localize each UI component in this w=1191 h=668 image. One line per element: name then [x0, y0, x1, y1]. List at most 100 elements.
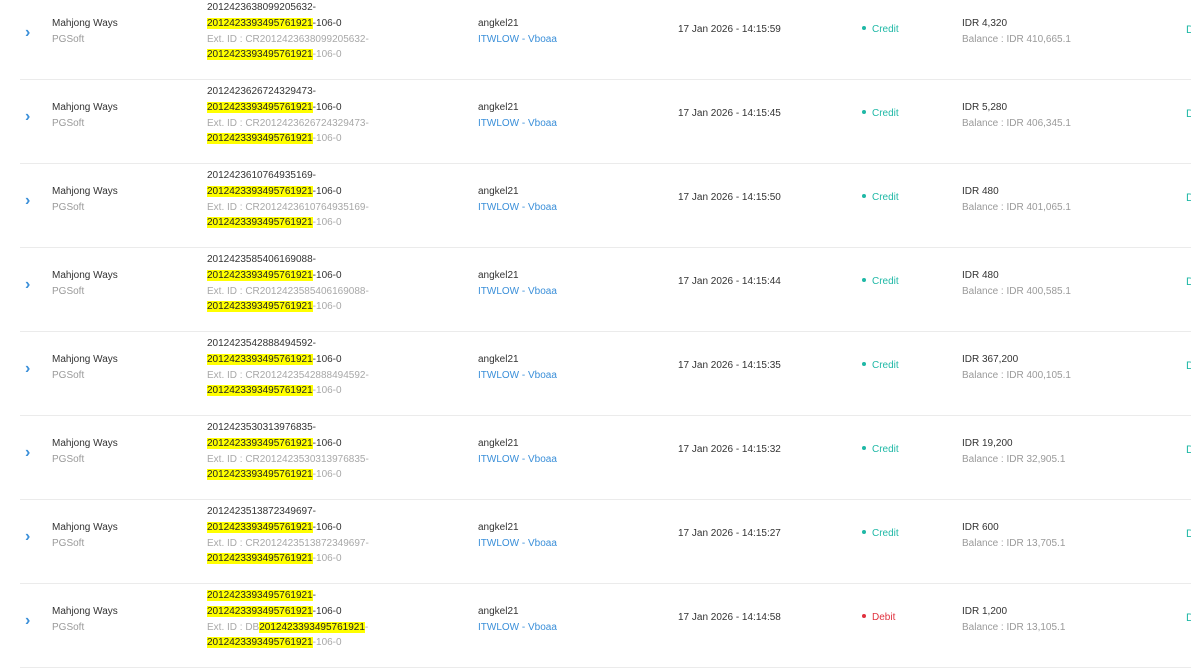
transaction-type-badge: Credit — [862, 276, 899, 287]
game-provider: PGSoft — [52, 538, 85, 549]
agent-link[interactable]: ITWLOW - Vboaa — [478, 536, 557, 552]
expand-chevron-icon[interactable]: › — [25, 528, 30, 546]
external-id-prefix: Ext. ID : CR2012423585406169088- — [207, 285, 369, 297]
transaction-type-badge: Credit — [862, 192, 899, 203]
external-id-suffix: -106-0 — [312, 637, 342, 649]
transaction-type-badge: Debit — [862, 612, 895, 623]
expand-chevron-icon[interactable]: › — [25, 444, 30, 462]
game-provider: PGSoft — [52, 370, 85, 381]
transaction-time: 17 Jan 2026 - 14:14:58 — [678, 612, 781, 623]
balance-value: Balance : IDR 400,585.1 — [962, 286, 1071, 297]
highlighted-id: 2012423393495761921 — [207, 101, 313, 113]
amount-cell: IDR 5,280 Balance : IDR 406,345.1 — [962, 100, 1071, 132]
transaction-time: 17 Jan 2026 - 14:15:50 — [678, 192, 781, 203]
transaction-id-prefix: 2012423585406169088- — [207, 254, 316, 265]
transaction-type-label: Credit — [872, 360, 899, 371]
transaction-type-label: Credit — [872, 192, 899, 203]
external-id-line: Ext. ID : CR2012423626724329473- — [207, 116, 369, 132]
truncated-column-text: D — [1186, 276, 1191, 288]
expand-chevron-icon[interactable]: › — [25, 612, 30, 630]
highlighted-id: 2012423393495761921 — [207, 217, 313, 229]
transaction-type-label: Credit — [872, 444, 899, 455]
expand-chevron-icon[interactable]: › — [25, 24, 30, 42]
expand-chevron-icon[interactable]: › — [25, 360, 30, 378]
game-provider: PGSoft — [52, 622, 85, 633]
external-id-line: Ext. ID : CR2012423638099205632- — [207, 32, 369, 48]
expand-chevron-icon[interactable]: › — [25, 108, 30, 126]
external-id-line: Ext. ID : CR2012423542888494592- — [207, 368, 369, 384]
transaction-id-suffix: -106-0 — [312, 353, 342, 365]
amount-cell: IDR 480 Balance : IDR 401,065.1 — [962, 184, 1071, 216]
amount-value: IDR 367,200 — [962, 354, 1019, 365]
balance-value: Balance : IDR 406,345.1 — [962, 118, 1071, 129]
transaction-id-cell: 2012423610764935169- 2012423393495761921-… — [207, 168, 369, 231]
username: angkel21 — [478, 186, 519, 197]
transaction-id-cell: 2012423393495761921- 2012423393495761921-… — [207, 588, 368, 651]
external-id-line: 2012423393495761921-106-0 — [207, 467, 369, 483]
agent-link[interactable]: ITWLOW - Vboaa — [478, 284, 557, 300]
amount-cell: IDR 480 Balance : IDR 400,585.1 — [962, 268, 1071, 300]
username: angkel21 — [478, 270, 519, 281]
transaction-time: 17 Jan 2026 - 14:15:27 — [678, 528, 781, 539]
external-id-suffix: -106-0 — [312, 469, 342, 481]
highlighted-id: 2012423393495761921 — [207, 133, 313, 145]
amount-value: IDR 19,200 — [962, 438, 1013, 449]
transaction-time: 17 Jan 2026 - 14:15:59 — [678, 24, 781, 35]
user-cell: angkel21 ITWLOW - Vboaa — [478, 100, 557, 132]
transaction-id-line: 2012423393495761921-106-0 — [207, 352, 369, 368]
transaction-type-label: Credit — [872, 108, 899, 119]
agent-link[interactable]: ITWLOW - Vboaa — [478, 200, 557, 216]
game-name: Mahjong Ways — [52, 354, 118, 365]
external-id-prefix: Ext. ID : CR2012423626724329473- — [207, 117, 369, 129]
transaction-id-cell: 2012423513872349697- 2012423393495761921-… — [207, 504, 369, 567]
game-provider: PGSoft — [52, 118, 85, 129]
expand-chevron-icon[interactable]: › — [25, 192, 30, 210]
highlighted-id: 2012423393495761921 — [207, 605, 313, 617]
transaction-type-badge: Credit — [862, 108, 899, 119]
highlighted-id: 2012423393495761921 — [207, 353, 313, 365]
external-id-dash: - — [364, 621, 369, 633]
external-id-line: Ext. ID : CR2012423610764935169- — [207, 200, 369, 216]
transaction-id-suffix: -106-0 — [312, 521, 342, 533]
agent-link[interactable]: ITWLOW - Vboaa — [478, 452, 557, 468]
transaction-id-suffix: -106-0 — [312, 269, 342, 281]
external-id-suffix: -106-0 — [312, 385, 342, 397]
transaction-id-cell: 2012423585406169088- 2012423393495761921-… — [207, 252, 369, 315]
amount-cell: IDR 367,200 Balance : IDR 400,105.1 — [962, 352, 1071, 384]
external-id-suffix: -106-0 — [312, 217, 342, 229]
game-provider: PGSoft — [52, 34, 85, 45]
game-name: Mahjong Ways — [52, 270, 118, 281]
game-name: Mahjong Ways — [52, 522, 118, 533]
game-cell: Mahjong Ways PGSoft — [52, 184, 118, 216]
username: angkel21 — [478, 18, 519, 29]
transaction-id-line: 2012423393495761921- — [207, 588, 368, 604]
transaction-id-cell: 2012423626724329473- 2012423393495761921-… — [207, 84, 369, 147]
transaction-time: 17 Jan 2026 - 14:15:35 — [678, 360, 781, 371]
amount-cell: IDR 19,200 Balance : IDR 32,905.1 — [962, 436, 1065, 468]
external-id-prefix: Ext. ID : DB — [207, 621, 260, 633]
expand-chevron-icon[interactable]: › — [25, 276, 30, 294]
agent-link[interactable]: ITWLOW - Vboaa — [478, 32, 557, 48]
truncated-column-text: D — [1186, 108, 1191, 120]
truncated-column-text: D — [1186, 528, 1191, 540]
agent-link[interactable]: ITWLOW - Vboaa — [478, 116, 557, 132]
status-dot-icon — [862, 278, 866, 283]
truncated-column-text: D — [1186, 360, 1191, 372]
table-row: › Mahjong Ways PGSoft 2012423638099205632- 2… — [20, 0, 1191, 80]
status-dot-icon — [862, 26, 866, 31]
game-cell: Mahjong Ways PGSoft — [52, 520, 118, 552]
status-dot-icon — [862, 530, 866, 535]
agent-link[interactable]: ITWLOW - Vboaa — [478, 368, 557, 384]
transaction-id-line: 2012423626724329473- — [207, 84, 369, 100]
table-row: › Mahjong Ways PGSoft 2012423542888494592- 2… — [20, 332, 1191, 416]
highlighted-id: 2012423393495761921 — [207, 637, 313, 649]
status-dot-icon — [862, 446, 866, 451]
external-id-line: Ext. ID : CR2012423513872349697- — [207, 536, 369, 552]
agent-link[interactable]: ITWLOW - Vboaa — [478, 620, 557, 636]
transaction-id-line: 2012423393495761921-106-0 — [207, 520, 369, 536]
highlighted-id: 2012423393495761921 — [207, 521, 313, 533]
transaction-id-suffix: -106-0 — [312, 605, 342, 617]
game-name: Mahjong Ways — [52, 438, 118, 449]
transaction-type-label: Debit — [872, 612, 896, 623]
game-cell: Mahjong Ways PGSoft — [52, 16, 118, 48]
